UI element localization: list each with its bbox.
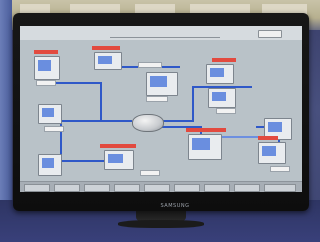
alarm-label	[100, 144, 136, 148]
value-label	[216, 108, 236, 114]
process-unit[interactable]	[34, 56, 60, 80]
process-unit[interactable]	[94, 52, 122, 70]
footer-button[interactable]	[204, 184, 230, 192]
process-unit[interactable]	[104, 150, 134, 170]
footer-button[interactable]	[114, 184, 140, 192]
alarm-label	[34, 50, 58, 54]
monitor-screen	[20, 26, 302, 192]
header-tag	[258, 30, 282, 38]
alarm-label	[212, 58, 236, 62]
footer-button[interactable]	[84, 184, 110, 192]
monitor-brand: SAMSUNG	[160, 203, 190, 209]
process-unit[interactable]	[208, 88, 236, 108]
footer-button[interactable]	[174, 184, 200, 192]
alarm-label	[92, 46, 120, 50]
screen-footer	[20, 181, 302, 192]
process-unit[interactable]	[258, 142, 286, 164]
process-unit[interactable]	[188, 134, 222, 160]
screen-header	[20, 26, 302, 40]
process-unit[interactable]	[38, 104, 62, 124]
process-unit[interactable]	[146, 72, 178, 96]
value-label	[138, 62, 162, 68]
photo-scene: SAMSUNG	[0, 0, 320, 242]
alarm-label	[258, 136, 278, 140]
value-label	[36, 80, 56, 86]
pipe-segment	[60, 120, 132, 122]
value-label	[146, 96, 168, 102]
value-label	[44, 126, 64, 132]
monitor-stand-base	[118, 220, 204, 228]
pipe-segment	[162, 120, 192, 122]
value-label	[270, 166, 290, 172]
footer-button[interactable]	[144, 184, 170, 192]
storage-tank	[132, 114, 164, 132]
pipe-segment	[60, 160, 110, 162]
pipe-segment	[192, 86, 194, 122]
process-unit[interactable]	[38, 154, 62, 176]
process-unit[interactable]	[206, 64, 234, 84]
footer-button[interactable]	[24, 184, 50, 192]
footer-button[interactable]	[54, 184, 80, 192]
pipe-segment	[100, 82, 102, 122]
footer-button[interactable]	[264, 184, 296, 192]
value-label	[140, 170, 160, 176]
footer-button[interactable]	[234, 184, 260, 192]
screen-title	[110, 29, 220, 38]
alarm-label	[186, 128, 226, 132]
